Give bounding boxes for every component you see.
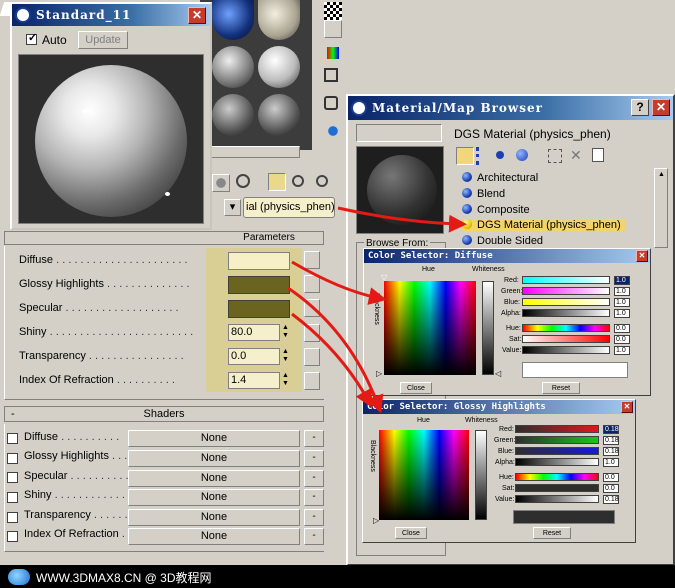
arrow-dropdown-to-browser <box>337 206 467 233</box>
watermark-logo-icon <box>8 569 30 585</box>
arrow-specular-to-selector <box>291 312 373 408</box>
annotation-arrows <box>287 206 467 414</box>
arrow-diffuse-to-selector <box>291 260 387 305</box>
watermark-text: WWW.3DMAX8.CN @ 3D教程网 <box>36 571 212 585</box>
arrow-glossy-to-selector <box>287 286 384 414</box>
watermark-bar: WWW.3DMAX8.CN @ 3D教程网 <box>0 565 675 588</box>
